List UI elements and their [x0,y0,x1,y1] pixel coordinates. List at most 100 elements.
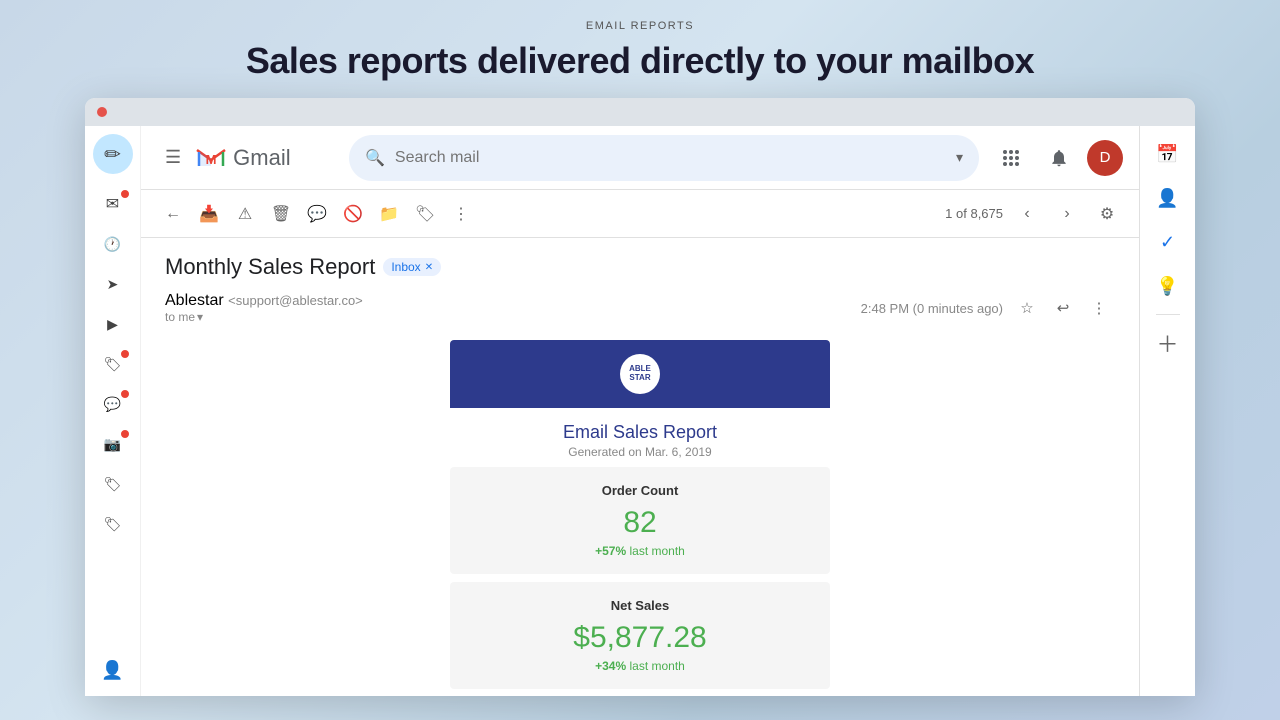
sidebar-item-drafts[interactable]: ▶ [93,306,133,342]
right-panel-keep[interactable]: 💡 [1148,266,1188,306]
settings-icon[interactable]: ⚙ [1091,198,1123,230]
labels-icon: 🏷 [104,476,122,493]
sidebar-item-chat[interactable]: 💬 [93,386,133,422]
browser-topbar [85,98,1195,126]
search-dropdown-icon[interactable]: ▾ [956,149,963,166]
to-dropdown-icon: ▾ [197,310,203,324]
right-panel-calendar[interactable]: 📅 [1148,134,1188,174]
gmail-logo-area: ☰ M Gmail [157,139,337,176]
compose-button[interactable]: ✏ [93,134,133,174]
gmail-search-bar[interactable]: 🔍 ▾ [349,135,979,181]
order-count-card: Order Count 82 +57% last month [450,467,830,574]
next-email-button[interactable]: › [1051,198,1083,230]
sidebar-item-snooze[interactable]: 🕐 [93,226,133,262]
net-sales-card: Net Sales $5,877.28 +34% last month [450,582,830,689]
right-panel-contacts[interactable]: 👤 [1148,178,1188,218]
google-apps-icon[interactable] [991,138,1031,178]
net-sales-label: Net Sales [470,598,810,613]
video-icon: 📷 [104,436,121,453]
clock-icon: 🕐 [104,236,121,253]
chat-toolbar-icon[interactable]: 💬 [301,198,333,230]
right-panel-add[interactable]: ＋ [1148,323,1188,363]
archive-icon[interactable]: 📥 [193,198,225,230]
video-badge [121,430,129,438]
right-panel-tasks[interactable]: ✓ [1148,222,1188,262]
star-button[interactable]: ☆ [1011,292,1043,324]
user-avatar[interactable]: D [1087,140,1123,176]
sender-email: <support@ablestar.co> [228,293,363,308]
gmail-m-logo: M [195,144,227,172]
drafts-icon: ▶ [107,316,118,333]
net-sales-percent: +34% [595,659,626,673]
email-timestamp: 2:48 PM (0 minutes ago) [861,301,1003,316]
report-title: Email Sales Report [450,422,830,443]
sidebar-item-video[interactable]: 📷 [93,426,133,462]
gmail-container: ✏ ✉ 🕐 ➤ ▶ 🏷 💬 📷 [85,126,1195,696]
to-me-label: to me [165,310,195,324]
email-timestamp-area: 2:48 PM (0 minutes ago) ☆ ↩ ⋮ [861,292,1115,324]
email-subject-line: Monthly Sales Report Inbox ✕ [165,254,1115,280]
sent-icon: ➤ [107,276,119,293]
mail-icon: ✉ [106,194,119,214]
to-me-button[interactable]: to me ▾ [165,310,363,324]
order-count-label: Order Count [470,483,810,498]
sidebar-item-sent[interactable]: ➤ [93,266,133,302]
sender-name: Ablestar [165,292,224,309]
account-icon: 👤 [101,660,123,681]
svg-text:M: M [206,152,217,167]
ablestar-logo: ABLESTAR [620,354,660,394]
sidebar-item-mail[interactable]: ✉ [93,186,133,222]
email-content: Monthly Sales Report Inbox ✕ Ablestar <s… [141,238,1139,696]
net-sales-last-month: last month [630,659,685,673]
email-meta: Ablestar <support@ablestar.co> to me ▾ 2… [165,292,1115,324]
spam-icon[interactable]: ⚠ [229,198,261,230]
order-count-change: +57% last month [470,544,810,558]
browser-close-dot [97,107,107,117]
inbox-badge-label: Inbox [391,260,420,274]
mail-badge [121,190,129,198]
search-input[interactable] [395,149,946,167]
order-count-percent: +57% [595,544,626,558]
notifications-icon[interactable] [1039,138,1079,178]
label1-icon: 🏷 [104,356,122,373]
reply-button[interactable]: ↩ [1047,292,1079,324]
delete-icon[interactable]: 🗑 [265,198,297,230]
back-button[interactable]: ← [157,198,189,230]
gmail-header-actions: D [991,138,1123,178]
right-panel-divider [1156,314,1180,315]
email-toolbar: ← 📥 ⚠ 🗑 💬 🚫 📁 🏷 ⋮ 1 of 8,675 ‹ › ⚙ [141,190,1139,238]
tags-icon: 🏷 [104,516,122,533]
chat-badge [121,390,129,398]
gmail-title: Gmail [233,145,290,171]
more-icon[interactable]: ⋮ [445,198,477,230]
page-headline: Sales reports delivered directly to your… [246,40,1034,82]
sidebar-item-tags[interactable]: 🏷 [93,506,133,542]
badge-remove-button[interactable]: ✕ [425,262,433,273]
net-sales-value: $5,877.28 [470,621,810,655]
sidebar-avatar[interactable]: 👤 [93,652,133,688]
hamburger-menu-icon[interactable]: ☰ [157,139,189,176]
report-banner: ABLESTAR [450,340,830,408]
more-options-button[interactable]: ⋮ [1083,292,1115,324]
email-body-area: Monthly Sales Report Inbox ✕ Ablestar <s… [165,254,1115,680]
gmail-sidebar: ✏ ✉ 🕐 ➤ ▶ 🏷 💬 📷 [85,126,141,696]
gmail-main: ☰ M Gmail 🔍 ▾ [141,126,1139,696]
sidebar-item-label1[interactable]: 🏷 [93,346,133,382]
gmail-right-panel: 📅 👤 ✓ 💡 ＋ [1139,126,1195,696]
email-subject: Monthly Sales Report [165,254,375,280]
move-icon[interactable]: 📁 [373,198,405,230]
report-generated: Generated on Mar. 6, 2019 [450,445,830,459]
sidebar-item-labels[interactable]: 🏷 [93,466,133,502]
prev-email-button[interactable]: ‹ [1011,198,1043,230]
chat-icon: 💬 [104,396,121,413]
label-toolbar-icon[interactable]: 🏷 [409,198,441,230]
browser-window: ✏ ✉ 🕐 ➤ ▶ 🏷 💬 📷 [85,98,1195,696]
order-count-last-month: last month [630,544,685,558]
gmail-header: ☰ M Gmail 🔍 ▾ [141,126,1139,190]
eyebrow-label: EMAIL REPORTS [246,20,1034,32]
sidebar-account[interactable]: 👤 [93,652,133,688]
net-sales-change: +34% last month [470,659,810,673]
pagination: 1 of 8,675 ‹ › ⚙ [945,198,1123,230]
block-icon[interactable]: 🚫 [337,198,369,230]
order-count-value: 82 [470,506,810,540]
